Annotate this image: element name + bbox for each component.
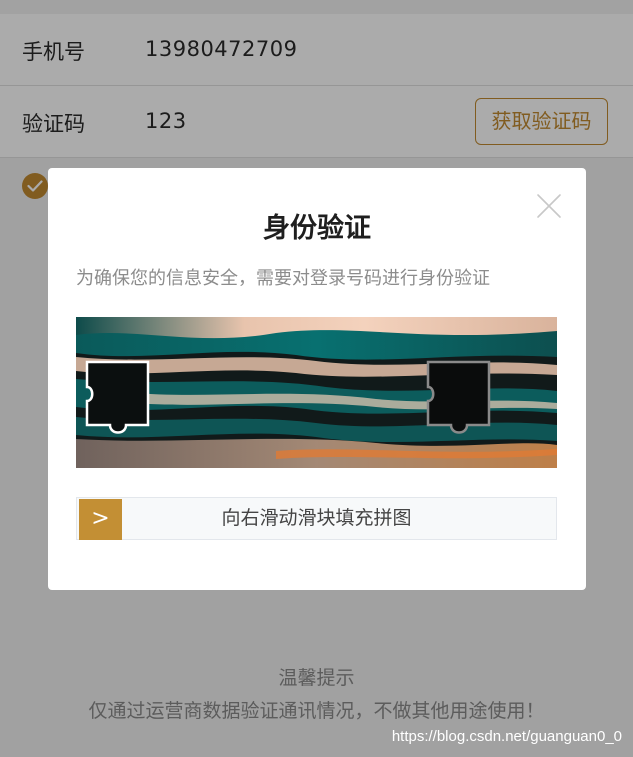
slider-track[interactable]: 向右滑动滑块填充拼图 >: [76, 497, 557, 540]
dialog-title: 身份验证: [263, 213, 371, 244]
dialog-description: 为确保您的信息安全，需要对登录号码进行身份验证: [76, 268, 490, 289]
slider-handle[interactable]: >: [79, 499, 122, 540]
watermark: https://blog.csdn.net/guanguan0_0: [391, 728, 622, 745]
slider-instruction: 向右滑动滑块填充拼图: [221, 507, 412, 529]
verification-dialog: 身份验证 为确保您的信息安全，需要对登录号码进行身份验证 向右滑动滑块填充拼图 …: [48, 168, 586, 590]
puzzle-piece[interactable]: [84, 359, 154, 439]
puzzle-target-slot: [426, 360, 491, 434]
puzzle-image: [76, 317, 557, 468]
